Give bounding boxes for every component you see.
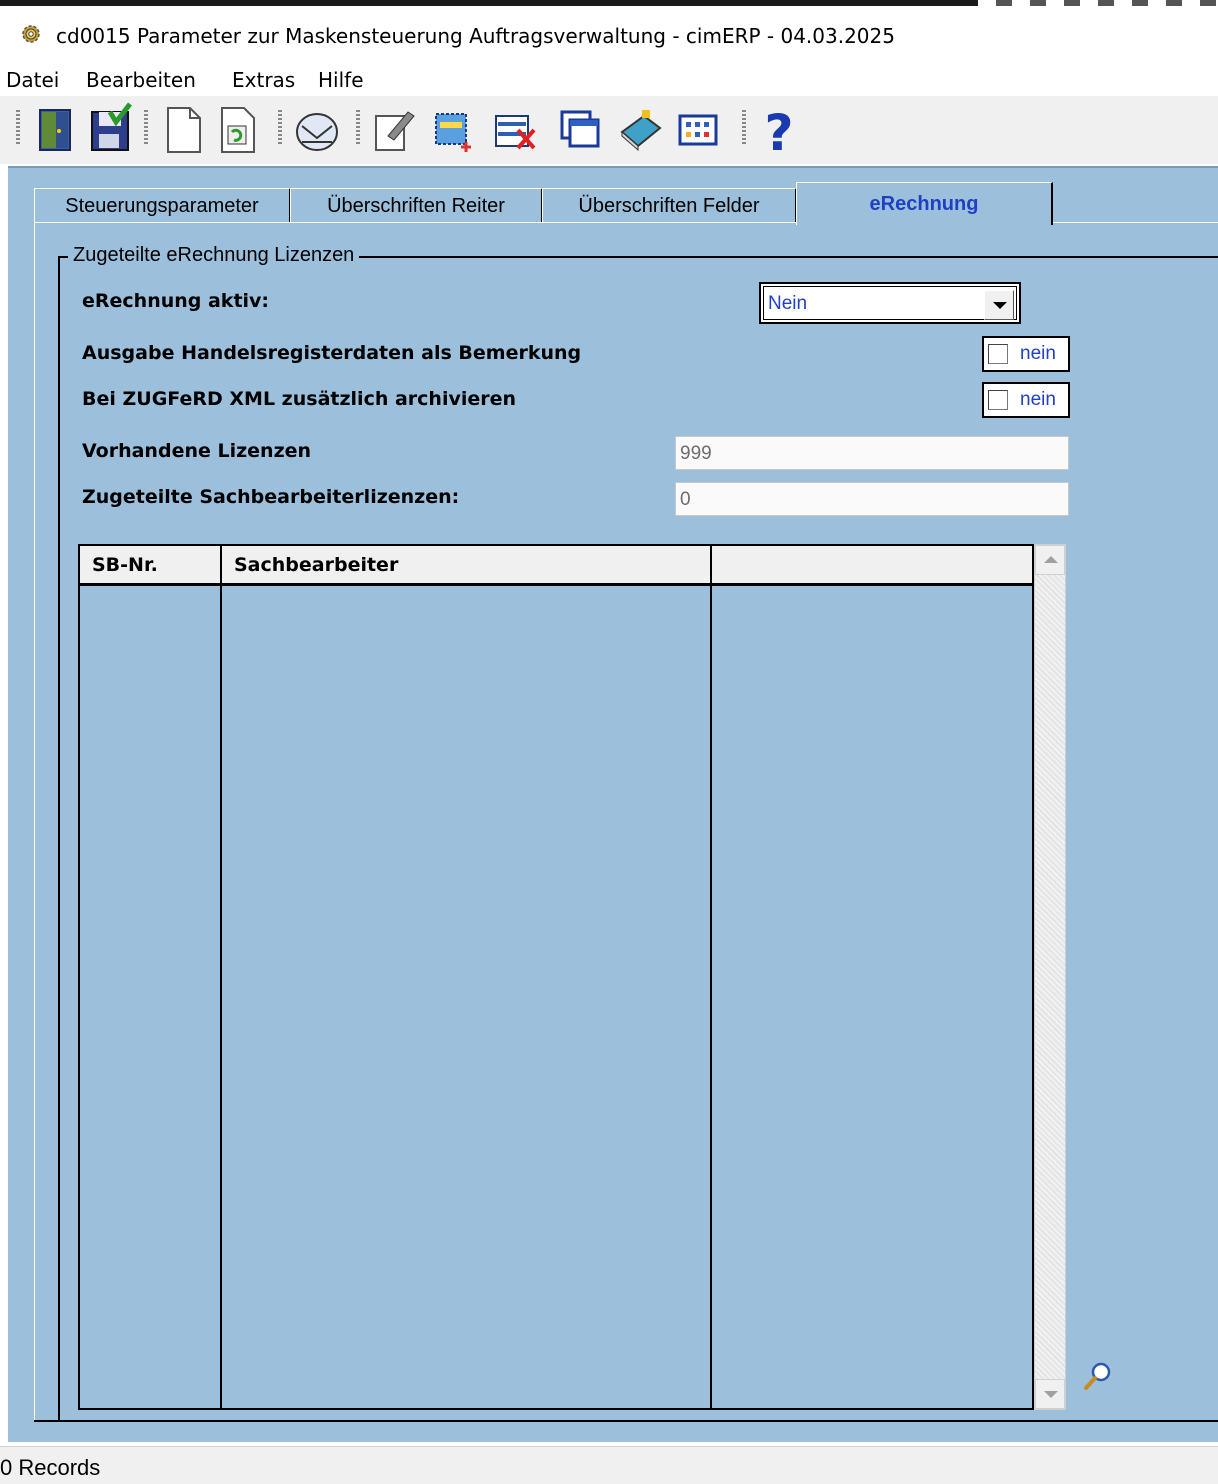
- column-header-empty[interactable]: [712, 546, 1032, 586]
- tab-ueberschriften-felder[interactable]: Überschriften Felder: [542, 188, 797, 223]
- handelsregister-label: Ausgabe Handelsregisterdaten als Bemerku…: [82, 342, 582, 364]
- scroll-up-button[interactable]: [1035, 545, 1065, 575]
- title-bar: cd0015 Parameter zur Maskensteuerung Auf…: [0, 6, 1218, 58]
- book-icon[interactable]: [618, 102, 664, 156]
- records-count: 0 Records: [0, 1455, 101, 1480]
- new-document-icon[interactable]: [160, 102, 206, 156]
- edit-form-icon[interactable]: [370, 102, 416, 156]
- groupbox-legend: Zugeteilte eRechnung Lizenzen: [68, 244, 360, 267]
- exit-door-icon[interactable]: [32, 102, 78, 156]
- erechnung-aktiv-label: eRechnung aktiv:: [82, 290, 270, 312]
- field-value: 999: [680, 443, 712, 464]
- refresh-document-icon[interactable]: [214, 102, 260, 156]
- checkbox-label: nein: [1020, 343, 1056, 364]
- save-icon[interactable]: [88, 102, 134, 156]
- tab-panel-border: [34, 1420, 1218, 1422]
- menu-hilfe[interactable]: Hilfe: [318, 68, 364, 92]
- field-value: 0: [680, 489, 691, 510]
- column-header-sachbearbeiter[interactable]: Sachbearbeiter: [222, 546, 712, 586]
- dropdown-value: Nein: [768, 293, 808, 314]
- column-header-sb-nr[interactable]: SB-Nr.: [80, 546, 222, 586]
- groupbox-border: [58, 256, 60, 1420]
- tab-steuerungsparameter[interactable]: Steuerungsparameter: [34, 188, 291, 223]
- toolbar-grip: [278, 110, 282, 146]
- grid-scrollbar[interactable]: [1034, 544, 1066, 1410]
- mail-icon[interactable]: [294, 102, 340, 156]
- toolbar: ?: [0, 96, 1218, 164]
- checkbox-label: nein: [1020, 389, 1056, 410]
- toolbar-grip: [742, 110, 746, 146]
- erechnung-aktiv-dropdown[interactable]: Nein: [759, 282, 1021, 324]
- sachbearbeiter-grid[interactable]: SB-Nr. Sachbearbeiter: [78, 544, 1034, 1410]
- magnifier-icon[interactable]: [1082, 1360, 1114, 1392]
- toolbar-grip: [16, 110, 20, 146]
- gear-icon: [22, 25, 40, 43]
- delete-record-icon[interactable]: [492, 102, 538, 156]
- scroll-down-button[interactable]: [1035, 1379, 1065, 1409]
- toolbar-grip: [144, 110, 148, 146]
- menu-bar: Datei Bearbeiten Extras Hilfe: [0, 62, 1218, 96]
- help-icon[interactable]: ?: [756, 102, 802, 162]
- menu-bearbeiten[interactable]: Bearbeiten: [86, 68, 196, 92]
- zugferd-checkbox[interactable]: nein: [982, 382, 1070, 418]
- chevron-down-icon[interactable]: [984, 290, 1014, 320]
- sb-lizenzen-label: Zugeteilte Sachbearbeiterlizenzen:: [82, 486, 460, 508]
- vorhandene-lizenzen-field: 999: [675, 436, 1069, 470]
- column-divider: [220, 586, 222, 1408]
- handelsregister-checkbox[interactable]: nein: [982, 336, 1070, 372]
- arrow-down-icon: [1044, 1391, 1058, 1398]
- arrow-up-icon: [1044, 556, 1058, 563]
- menu-datei[interactable]: Datei: [6, 68, 59, 92]
- windows-icon[interactable]: [558, 102, 604, 156]
- add-record-icon[interactable]: [432, 102, 478, 156]
- status-bar: 0 Records: [0, 1446, 1218, 1484]
- window-title: cd0015 Parameter zur Maskensteuerung Auf…: [56, 24, 895, 48]
- svg-text:?: ?: [764, 104, 793, 156]
- table-icon[interactable]: [676, 102, 722, 156]
- tab-ueberschriften-reiter[interactable]: Überschriften Reiter: [290, 188, 543, 223]
- vorhandene-lizenzen-label: Vorhandene Lizenzen: [82, 440, 312, 462]
- tab-panel-border: [34, 222, 35, 1420]
- toolbar-grip: [356, 110, 360, 146]
- menu-extras[interactable]: Extras: [232, 68, 295, 92]
- tab-erechnung[interactable]: eRechnung: [796, 182, 1053, 225]
- zugferd-label: Bei ZUGFeRD XML zusätzlich archivieren: [82, 388, 517, 410]
- main-panel: Steuerungsparameter Überschriften Reiter…: [8, 166, 1218, 1442]
- checkbox-square[interactable]: [988, 390, 1008, 410]
- dropdown-inner: Nein: [763, 286, 1017, 320]
- checkbox-square[interactable]: [988, 344, 1008, 364]
- sb-lizenzen-field: 0: [675, 482, 1069, 516]
- column-divider: [710, 586, 712, 1408]
